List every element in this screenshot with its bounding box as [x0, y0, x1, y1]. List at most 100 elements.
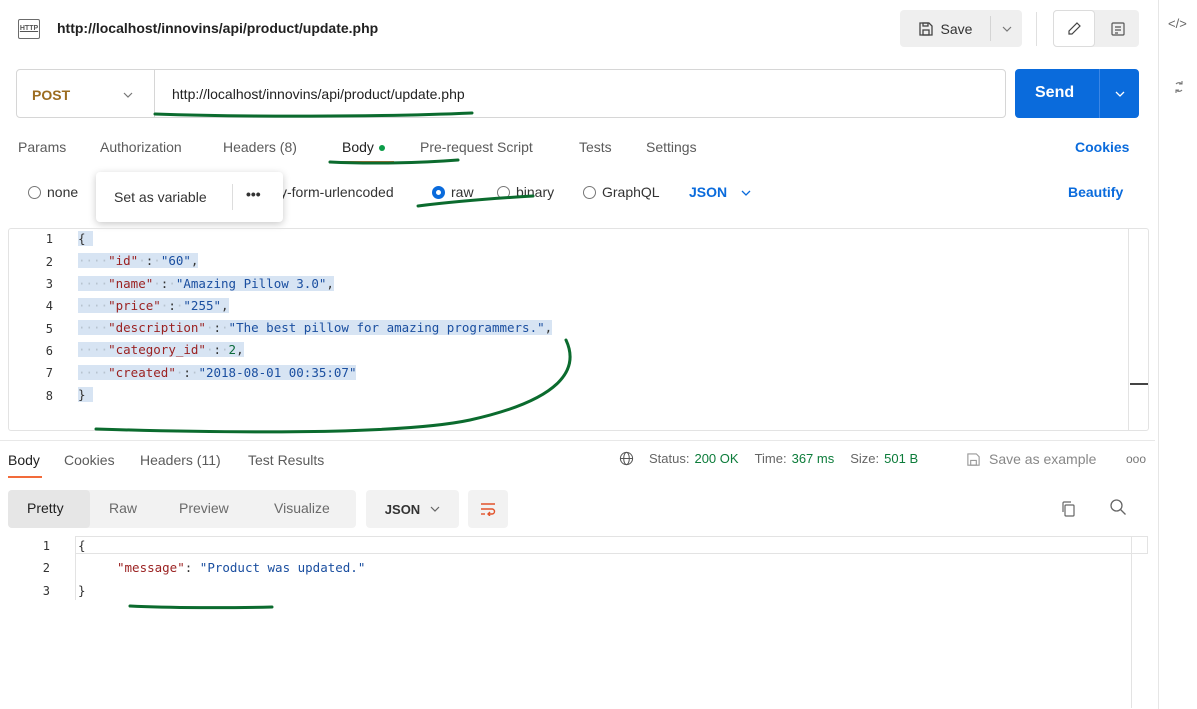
status-label: Status:	[649, 451, 690, 466]
request-title[interactable]: http://localhost/innovins/api/product/up…	[57, 20, 378, 36]
radio-binary-label: binary	[516, 184, 555, 200]
size-label: Size:	[850, 451, 880, 466]
tab-authorization[interactable]: Authorization	[100, 139, 182, 155]
method-select[interactable]: POST	[32, 87, 70, 103]
time-value[interactable]: 367 ms	[792, 451, 835, 466]
more-options-button[interactable]: ooo	[1126, 452, 1146, 466]
line-number: 3	[45, 277, 53, 291]
response-tab-cookies[interactable]: Cookies	[64, 452, 115, 468]
copy-icon[interactable]	[1060, 500, 1076, 518]
radio-circle	[497, 185, 510, 199]
line-number: 3	[42, 584, 50, 598]
editor-scrollbar[interactable]	[1128, 229, 1129, 430]
response-tab-test-results[interactable]: Test Results	[248, 452, 324, 468]
radio-raw-label: raw	[451, 184, 474, 200]
radio-graphql-label: GraphQL	[602, 184, 660, 200]
refresh-icon[interactable]	[1174, 80, 1184, 97]
size-value[interactable]: 501 B	[884, 451, 918, 466]
response-view-tabs: Pretty Raw Preview Visualize	[8, 490, 356, 528]
divider	[154, 70, 155, 117]
time-label: Time:	[754, 451, 787, 466]
line-number: 2	[42, 561, 50, 575]
response-active-line	[75, 536, 1148, 554]
radio-circle	[28, 185, 41, 199]
active-tab-underline	[340, 161, 394, 163]
line-number: 2	[45, 255, 53, 269]
http-icon: HTTP	[18, 19, 40, 39]
set-variable-popup: Set as variable •••	[96, 172, 283, 222]
tab-tests[interactable]: Tests	[579, 139, 612, 155]
pencil-icon	[1068, 21, 1081, 35]
code-field: ····"description"·:·"The best pillow for…	[78, 320, 553, 335]
code-field: ····"category_id"·:·2,	[78, 342, 244, 357]
chevron-down-icon	[430, 506, 440, 512]
tab-params[interactable]: Params	[18, 139, 66, 155]
radio-circle	[583, 185, 596, 199]
line-number: 6	[45, 344, 53, 358]
view-preview[interactable]: Preview	[179, 500, 229, 516]
response-format-select[interactable]: JSON	[366, 490, 459, 528]
sidebar-divider	[1158, 0, 1159, 709]
radio-circle-selected	[432, 185, 445, 199]
save-button[interactable]: Save	[900, 10, 990, 47]
save-icon	[967, 452, 980, 466]
tab-body[interactable]: Body	[342, 139, 385, 155]
more-options-button[interactable]: •••	[246, 186, 261, 202]
body-format-label: JSON	[689, 184, 728, 200]
body-format-select[interactable]: JSON	[689, 184, 751, 200]
view-pretty[interactable]: Pretty	[27, 500, 64, 516]
edit-button[interactable]	[1053, 10, 1095, 47]
chevron-down-icon[interactable]	[1115, 91, 1125, 97]
radio-urlencoded-label[interactable]: y-form-urlencoded	[280, 184, 394, 200]
radio-binary[interactable]: binary	[497, 184, 554, 200]
wrap-lines-icon	[481, 503, 496, 516]
tab-settings[interactable]: Settings	[646, 139, 697, 155]
response-tab-headers[interactable]: Headers (11)	[140, 452, 221, 468]
code-icon[interactable]: </>	[1168, 16, 1187, 31]
set-as-variable-button[interactable]: Set as variable	[114, 189, 207, 205]
line-number: 4	[45, 299, 53, 313]
annotation-underline-response	[128, 604, 274, 610]
tab-headers[interactable]: Headers (8)	[223, 139, 297, 155]
divider	[1099, 69, 1100, 118]
code-brace-open: {	[78, 231, 94, 246]
save-options-button[interactable]	[991, 10, 1022, 47]
active-tab-underline	[8, 476, 42, 478]
radio-raw[interactable]: raw	[432, 184, 474, 200]
response-message-line: "message": "Product was updated."	[117, 560, 366, 575]
code-brace-close: }	[78, 387, 94, 402]
beautify-button[interactable]: Beautify	[1068, 184, 1123, 200]
chevron-down-icon[interactable]	[123, 92, 133, 98]
tab-prerequest[interactable]: Pre-request Script	[420, 139, 533, 155]
response-tab-body[interactable]: Body	[8, 452, 40, 468]
send-label: Send	[1035, 84, 1075, 101]
code-field: ····"id"·:·"60",	[78, 253, 199, 268]
radio-none-label: none	[47, 184, 79, 200]
save-button-group[interactable]: Save	[900, 10, 1022, 47]
line-number: 7	[45, 366, 53, 380]
response-format-label: JSON	[384, 501, 421, 517]
code-field: ····"name"·:·"Amazing Pillow 3.0",	[78, 276, 334, 291]
radio-graphql[interactable]: GraphQL	[583, 184, 660, 200]
response-scrollbar[interactable]	[1131, 536, 1132, 708]
view-raw[interactable]: Raw	[109, 500, 137, 516]
save-as-example-button[interactable]: Save as example	[966, 451, 1096, 467]
status-value[interactable]: 200 OK	[694, 451, 738, 466]
wrap-lines-button[interactable]	[468, 490, 508, 528]
comments-button[interactable]	[1097, 10, 1139, 47]
scroll-thumb[interactable]	[1130, 383, 1148, 385]
save-icon	[918, 21, 933, 36]
view-visualize[interactable]: Visualize	[274, 500, 330, 516]
line-number: 1	[42, 539, 50, 553]
divider	[1036, 12, 1037, 46]
search-icon[interactable]	[1109, 498, 1127, 516]
cookies-link[interactable]: Cookies	[1075, 139, 1129, 155]
divider	[0, 440, 1155, 441]
save-label: Save	[940, 20, 973, 37]
url-input[interactable]: http://localhost/innovins/api/product/up…	[172, 86, 465, 102]
line-number: 1	[45, 232, 53, 246]
radio-none[interactable]: none	[28, 184, 78, 200]
line-number: 5	[45, 322, 53, 336]
globe-icon[interactable]	[619, 451, 634, 466]
send-button[interactable]: Send	[1015, 69, 1139, 118]
